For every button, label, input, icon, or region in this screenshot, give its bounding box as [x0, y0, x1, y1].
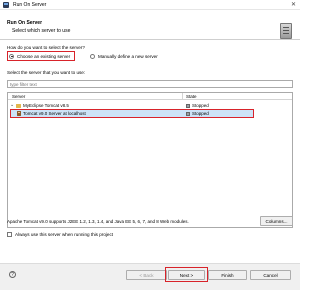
tomcat-server-icon — [17, 111, 21, 116]
question-mark-icon[interactable]: ? — [9, 271, 16, 278]
always-use-label[interactable]: Always use this server when running this… — [15, 232, 113, 237]
server-name: MyEclipse Tomcat v8.5 — [23, 103, 69, 108]
column-header-state[interactable]: State — [186, 94, 197, 99]
wizard-content: How do you want to select the server? Ch… — [0, 41, 300, 263]
page-subtitle: Select which server to use — [12, 28, 71, 34]
cancel-button[interactable]: Cancel — [250, 270, 291, 280]
server-state: Stopped — [192, 111, 209, 116]
filter-input[interactable] — [7, 80, 293, 88]
window-title: Run On Server — [13, 2, 47, 8]
table-header: Server State — [8, 93, 292, 100]
stopped-icon — [186, 103, 190, 108]
next-button[interactable]: Next > — [168, 270, 205, 280]
page-title: Run On Server — [7, 20, 43, 26]
column-divider — [182, 93, 183, 100]
server-banner-icon — [280, 23, 292, 39]
always-use-checkbox[interactable] — [7, 232, 12, 237]
radio-manual-label[interactable]: Manually define a new server — [98, 54, 158, 59]
server-select-label: Select the server that you want to use: — [7, 70, 86, 75]
window-title-bar: Run On Server ✕ — [0, 0, 300, 10]
server-state: Stopped — [192, 103, 209, 108]
table-row-selected[interactable]: Tomcat v9.0 Server at localhost Stopped — [11, 110, 253, 117]
wizard-header: Run On Server Select which server to use — [0, 10, 300, 40]
selection-question: How do you want to select the server? — [7, 45, 85, 50]
back-button[interactable]: < Back — [126, 270, 167, 280]
column-header-server[interactable]: Server — [12, 94, 25, 99]
stopped-icon — [186, 111, 190, 116]
close-icon[interactable]: ✕ — [291, 1, 296, 8]
chevron-down-icon[interactable]: ⌄ — [10, 102, 14, 108]
finish-button[interactable]: Finish — [208, 270, 247, 280]
app-icon — [3, 2, 9, 8]
radio-existing-server[interactable] — [9, 53, 14, 59]
wizard-footer: ? < Back Next > Finish Cancel — [0, 263, 300, 290]
server-name: Tomcat v9.0 Server at localhost — [23, 111, 86, 116]
table-row[interactable]: ⌄ MyEclipse Tomcat v8.5 Stopped — [8, 102, 292, 109]
radio-manual-server[interactable] — [90, 53, 95, 59]
server-table: Server State ⌄ MyEclipse Tomcat v8.5 Sto… — [7, 92, 293, 228]
radio-existing-label[interactable]: Choose an existing server — [17, 54, 70, 59]
server-description: Apache Tomcat v9.0 supports J2EE 1.2, 1.… — [7, 219, 189, 224]
server-folder-icon — [16, 103, 21, 108]
columns-button[interactable]: Columns... — [260, 216, 293, 226]
